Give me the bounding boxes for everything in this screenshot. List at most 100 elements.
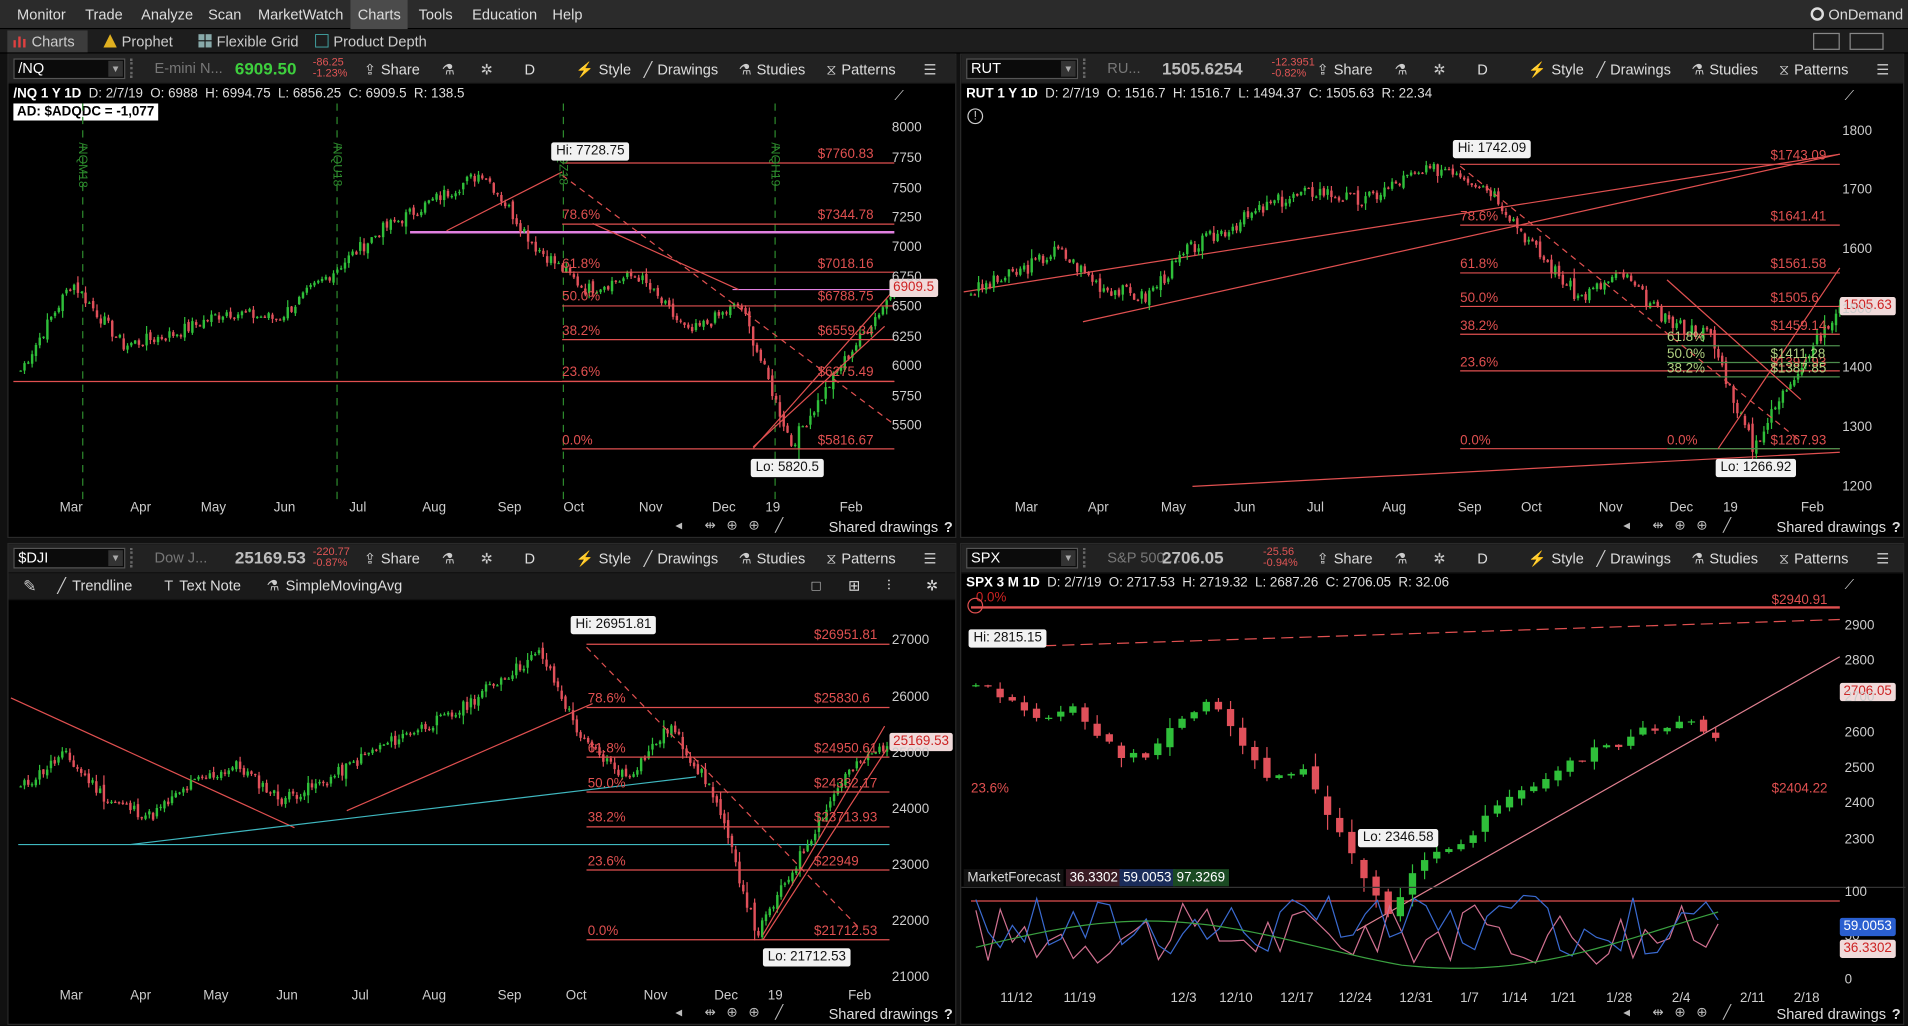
crosshair-icon[interactable]: ⊕ <box>1674 1004 1685 1020</box>
candle-body <box>481 691 484 698</box>
candle-body <box>802 851 806 854</box>
shared-drawings-label[interactable]: Shared drawings <box>1776 1005 1886 1022</box>
expand-icon[interactable]: ⇹ <box>705 517 716 534</box>
menu-tools[interactable]: Tools <box>411 0 460 29</box>
candle-body <box>412 733 416 735</box>
candle-body <box>1201 235 1204 252</box>
fib-anchor-icon[interactable] <box>967 597 984 614</box>
help-icon[interactable]: ? <box>1892 1005 1901 1022</box>
candle-body <box>265 782 268 793</box>
candle-body <box>564 696 567 709</box>
candle-body <box>1425 165 1428 173</box>
draw-tool-icon[interactable]: ⟋ <box>1845 89 1854 105</box>
candle-body <box>1402 175 1405 188</box>
candle-body <box>652 288 656 290</box>
candle-body <box>1569 280 1572 287</box>
candle-body <box>409 733 412 735</box>
candle-body <box>500 195 503 202</box>
candle-body <box>1379 195 1382 201</box>
candle-body <box>1132 293 1136 300</box>
expand-icon[interactable]: ⇹ <box>1652 1004 1663 1020</box>
candle-body <box>137 340 141 345</box>
menu-help[interactable]: Help <box>545 0 590 29</box>
tab-product-depth[interactable]: Product Depth <box>309 30 427 52</box>
candle-body <box>1250 212 1253 218</box>
crosshair-icon[interactable]: ⊕ <box>726 517 737 534</box>
candle-body <box>1038 254 1041 260</box>
candle-body <box>121 802 125 804</box>
tab-charts[interactable]: Charts <box>7 30 88 53</box>
shared-drawings-label[interactable]: Shared drawings <box>829 1005 939 1022</box>
candle-body <box>69 289 72 291</box>
menu-trade[interactable]: Trade <box>78 0 130 29</box>
crosshair-icon[interactable]: ⊕ <box>1674 517 1685 534</box>
ondemand-button[interactable]: OnDemand <box>1810 0 1903 29</box>
menu-charts[interactable]: Charts <box>350 0 409 30</box>
candle-body <box>1671 316 1675 328</box>
mf-tag-pink: 36.3302 <box>1839 939 1896 959</box>
trend-line <box>446 171 563 232</box>
menu-analyze[interactable]: Analyze <box>134 0 201 29</box>
candle-body <box>303 792 306 797</box>
candle-body <box>1519 228 1523 231</box>
candle-body <box>855 761 858 769</box>
candle-body <box>367 752 370 755</box>
crosshair-icon[interactable]: ⊕ <box>726 1004 737 1020</box>
scroll-left-icon[interactable]: ◂ <box>675 517 682 534</box>
shared-drawings-label[interactable]: Shared drawings <box>1776 519 1886 536</box>
scroll-left-icon[interactable]: ◂ <box>675 1004 682 1020</box>
chart-bottom-bar: ◂ ⇹ ⊕ ⊕ ╱ Shared drawings? <box>961 1004 1903 1023</box>
y-tick-label: 2500 <box>1844 760 1875 776</box>
zoom-icon[interactable]: ⊕ <box>748 517 759 534</box>
y-tick-label: 7500 <box>891 181 922 196</box>
drawing-tool-icon[interactable]: ╱ <box>1723 1004 1731 1020</box>
fib-percent-label: 61.8% <box>587 741 626 756</box>
candle-body <box>356 760 359 766</box>
contract-label: /NQH19 <box>767 142 782 187</box>
candle-body <box>126 345 129 350</box>
menu-monitor[interactable]: Monitor <box>10 0 73 29</box>
scroll-left-icon[interactable]: ◂ <box>1623 1004 1630 1020</box>
x-tick-label: 19 <box>765 500 781 515</box>
help-icon[interactable]: ? <box>1892 519 1901 536</box>
candle-body <box>172 332 175 337</box>
candle-body <box>1651 728 1659 731</box>
help-icon[interactable]: ? <box>944 519 953 536</box>
layout-list-icon[interactable] <box>1849 32 1884 50</box>
candle-body <box>106 801 109 803</box>
drawing-tool-icon[interactable]: ╱ <box>775 1004 783 1020</box>
tab-prophet[interactable]: Prophet <box>97 30 173 52</box>
drawing-tool-icon[interactable]: ╱ <box>1723 517 1731 534</box>
candle-body <box>617 769 620 776</box>
candle-body <box>374 235 377 237</box>
expand-icon[interactable]: ⇹ <box>1652 517 1663 534</box>
candle-body <box>1830 322 1834 331</box>
candle-body <box>542 250 545 255</box>
scroll-left-icon[interactable]: ◂ <box>1623 517 1630 534</box>
candle-body <box>484 684 488 692</box>
zoom-icon[interactable]: ⊕ <box>748 1004 759 1020</box>
zoom-icon[interactable]: ⊕ <box>1696 517 1707 534</box>
spx-price-chart[interactable] <box>961 544 1906 1026</box>
candle-body <box>221 316 225 320</box>
candle-body <box>95 781 98 793</box>
y-tick-label: 2800 <box>1844 653 1875 669</box>
draw-tool-icon[interactable]: ⟋ <box>894 89 903 105</box>
candle-body <box>174 793 178 798</box>
expand-icon[interactable]: ⇹ <box>705 1004 716 1020</box>
help-icon[interactable]: ? <box>944 1005 953 1022</box>
menu-education[interactable]: Education <box>465 0 545 29</box>
menu-scan[interactable]: Scan <box>201 0 249 29</box>
zoom-icon[interactable]: ⊕ <box>1696 1004 1707 1020</box>
candle-body <box>416 214 419 216</box>
candle-body <box>473 175 476 182</box>
candle-body <box>1566 760 1574 772</box>
candle-body <box>1626 274 1629 278</box>
candle-body <box>1777 401 1781 410</box>
draw-tool-icon[interactable]: ⟋ <box>1845 578 1854 594</box>
menu-marketwatch[interactable]: MarketWatch <box>251 0 351 29</box>
tab-flexible-grid[interactable]: Flexible Grid <box>192 30 299 52</box>
drawing-tool-icon[interactable]: ╱ <box>775 517 783 534</box>
layout-grid-icon[interactable] <box>1813 32 1840 50</box>
shared-drawings-label[interactable]: Shared drawings <box>829 519 939 536</box>
